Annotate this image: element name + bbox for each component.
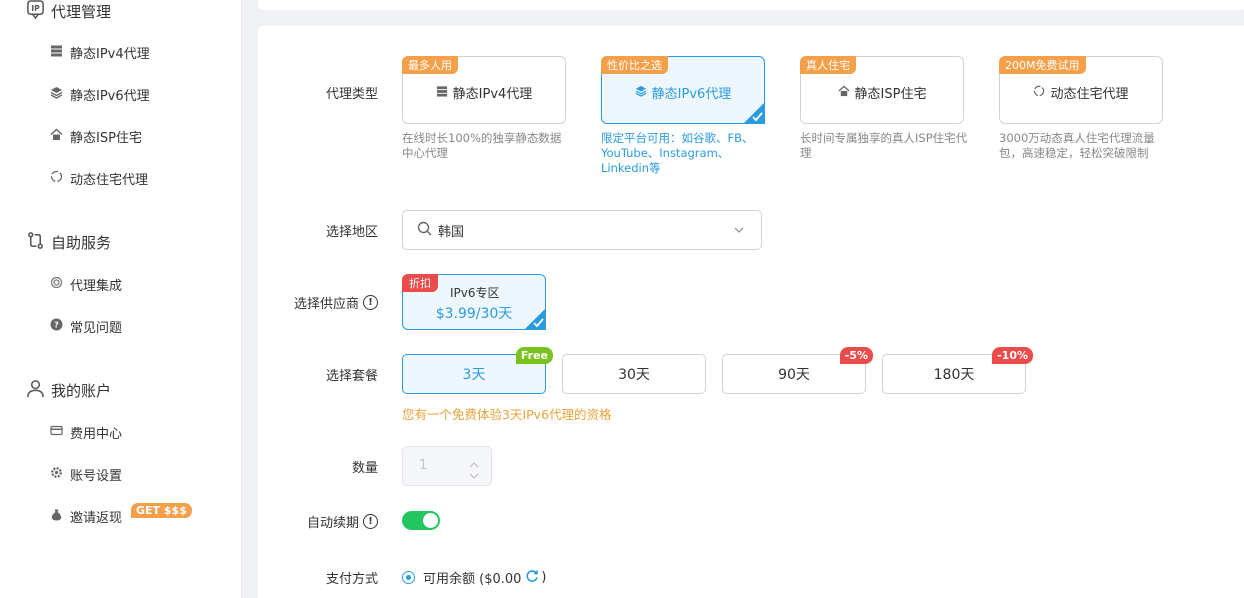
payment-option-close: ) bbox=[541, 570, 547, 585]
server-icon bbox=[436, 85, 448, 101]
sidebar-section-label: 代理管理 bbox=[51, 3, 112, 21]
sidebar-item-label: 邀请返现 bbox=[70, 510, 123, 526]
vendor-label: 选择供应商 ! bbox=[294, 293, 378, 312]
ip-icon: IP bbox=[26, 0, 45, 23]
get-cash-badge: GET $$$ bbox=[131, 502, 192, 518]
selected-check-icon bbox=[743, 102, 765, 124]
sidebar-item-label: 费用中心 bbox=[70, 426, 123, 442]
sidebar-section-proxy-management[interactable]: IP 代理管理 bbox=[26, 0, 111, 23]
sidebar-item-faq[interactable]: ? 常见问题 bbox=[50, 316, 122, 336]
sidebar-item-label: 静态IPv6代理 bbox=[70, 88, 150, 104]
proxy-type-card-dynamic[interactable]: 200M免费试用 动态住宅代理 bbox=[999, 56, 1163, 124]
package-option-30-days[interactable]: 30天 bbox=[562, 354, 706, 394]
sidebar-item-dynamic-residential[interactable]: 动态住宅代理 bbox=[50, 168, 148, 188]
info-icon[interactable]: ! bbox=[363, 295, 378, 310]
sidebar-section-label: 我的账户 bbox=[51, 382, 112, 400]
package-option-3-days[interactable]: 3天 Free bbox=[402, 347, 553, 394]
server-icon bbox=[50, 44, 63, 61]
refresh-cycle-icon bbox=[1033, 85, 1045, 101]
discount-tag: 折扣 bbox=[402, 274, 438, 292]
card-description: 长时间专属独享的真人ISP住宅代理 bbox=[800, 131, 968, 160]
sidebar-item-referral[interactable]: 邀请返现 GET $$$ bbox=[50, 502, 192, 526]
region-label: 选择地区 bbox=[325, 225, 378, 240]
home-icon bbox=[50, 128, 63, 145]
card-tag: 200M免费试用 bbox=[999, 56, 1086, 74]
layers-icon bbox=[635, 85, 647, 101]
card-description: 限定平台可用：如谷歌、FB、YouTube、Instagram、Linkedin… bbox=[601, 131, 754, 175]
layers-icon bbox=[50, 86, 63, 103]
auto-renew-toggle[interactable] bbox=[402, 511, 440, 530]
sidebar-item-proxy-integration[interactable]: 代理集成 bbox=[50, 274, 122, 294]
card-description: 3000万动态真人住宅代理流量包，高速稳定，轻松突破限制 bbox=[999, 131, 1155, 160]
toggle-knob bbox=[423, 513, 438, 528]
sidebar: IP 代理管理 静态IPv4代理 静态IPv6代理 静态ISP住宅 动态住宅代理… bbox=[0, 0, 242, 598]
sidebar-item-static-ipv6[interactable]: 静态IPv6代理 bbox=[50, 84, 150, 104]
question-circle-icon: ? bbox=[50, 318, 63, 335]
card-tag: 真人住宅 bbox=[800, 56, 856, 74]
selected-check-icon bbox=[524, 308, 546, 330]
radio-button[interactable] bbox=[402, 571, 415, 584]
payment-option-balance[interactable]: 可用余额 ($0.00 ) bbox=[402, 568, 547, 587]
top-panel bbox=[258, 0, 1244, 10]
sidebar-item-label: 动态住宅代理 bbox=[70, 172, 149, 188]
payment-option-label: 可用余额 ($0.00 bbox=[423, 572, 522, 587]
sidebar-section-my-account[interactable]: 我的账户 bbox=[26, 379, 111, 402]
fingerprint-icon bbox=[50, 276, 63, 293]
discount-tag: -5% bbox=[839, 347, 873, 364]
sidebar-item-static-ipv4[interactable]: 静态IPv4代理 bbox=[50, 42, 150, 62]
quantity-value: 1 bbox=[419, 458, 428, 473]
sidebar-item-account-settings[interactable]: 账号设置 bbox=[50, 464, 122, 484]
info-icon[interactable]: ! bbox=[363, 514, 378, 529]
sidebar-section-self-service[interactable]: 自助服务 bbox=[26, 231, 111, 254]
free-trial-notice: 您有一个免费体验3天IPv6代理的资格 bbox=[402, 407, 612, 422]
sidebar-item-static-isp[interactable]: 静态ISP住宅 bbox=[50, 126, 142, 146]
sidebar-item-label: 账号设置 bbox=[70, 468, 123, 484]
svg-text:?: ? bbox=[54, 320, 59, 329]
credit-card-icon bbox=[50, 424, 63, 441]
sidebar-item-label: 代理集成 bbox=[70, 278, 123, 294]
free-tag: Free bbox=[515, 347, 553, 364]
sidebar-item-label: 常见问题 bbox=[70, 320, 123, 336]
card-description: 在线时长100%的独享静态数据中心代理 bbox=[402, 131, 562, 160]
chevron-up-icon[interactable] bbox=[469, 458, 479, 468]
user-icon bbox=[26, 379, 45, 402]
card-title: 静态ISP住宅 bbox=[801, 83, 963, 102]
quantity-label: 数量 bbox=[351, 461, 378, 476]
package-option-180-days[interactable]: 180天 -10% bbox=[882, 347, 1033, 394]
card-title: 静态IPv6代理 bbox=[602, 83, 764, 102]
vendor-name: IPv6专区 bbox=[450, 286, 500, 300]
card-title: 动态住宅代理 bbox=[1000, 83, 1162, 102]
payment-label: 支付方式 bbox=[325, 572, 378, 587]
region-select-value: 韩国 bbox=[438, 224, 465, 240]
card-title: 静态IPv4代理 bbox=[403, 83, 565, 102]
sidebar-item-label: 静态IPv4代理 bbox=[70, 46, 150, 62]
svg-text:IP: IP bbox=[31, 4, 40, 13]
refresh-cycle-icon bbox=[50, 170, 63, 187]
home-icon bbox=[838, 85, 850, 101]
search-icon bbox=[417, 221, 432, 240]
proxy-type-card-isp[interactable]: 真人住宅 静态ISP住宅 bbox=[800, 56, 964, 124]
auto-renew-label: 自动续期 ! bbox=[307, 512, 378, 531]
proxy-type-card-ipv4[interactable]: 最多人用 静态IPv4代理 bbox=[402, 56, 566, 124]
region-select[interactable]: 韩国 bbox=[402, 210, 762, 250]
package-label: 选择套餐 bbox=[325, 369, 378, 384]
card-tag: 性价比之选 bbox=[601, 56, 668, 74]
refresh-icon[interactable] bbox=[525, 569, 539, 587]
proxy-type-label: 代理类型 bbox=[325, 87, 378, 102]
card-tag: 最多人用 bbox=[402, 56, 458, 74]
sidebar-item-billing[interactable]: 费用中心 bbox=[50, 422, 122, 442]
chevron-down-icon[interactable] bbox=[469, 469, 479, 479]
quantity-stepper[interactable]: 1 bbox=[402, 446, 492, 486]
gear-icon bbox=[50, 466, 63, 483]
proxy-type-card-ipv6[interactable]: 性价比之选 静态IPv6代理 bbox=[601, 56, 765, 124]
money-bag-icon bbox=[50, 508, 63, 525]
git-compare-icon bbox=[26, 231, 45, 254]
vendor-card[interactable]: 折扣 IPv6专区 $3.99/30天 bbox=[402, 274, 546, 330]
sidebar-section-label: 自助服务 bbox=[51, 234, 112, 252]
chevron-down-icon bbox=[733, 224, 745, 236]
sidebar-item-label: 静态ISP住宅 bbox=[70, 130, 142, 146]
package-option-90-days[interactable]: 90天 -5% bbox=[722, 347, 873, 394]
discount-tag: -10% bbox=[992, 347, 1033, 364]
